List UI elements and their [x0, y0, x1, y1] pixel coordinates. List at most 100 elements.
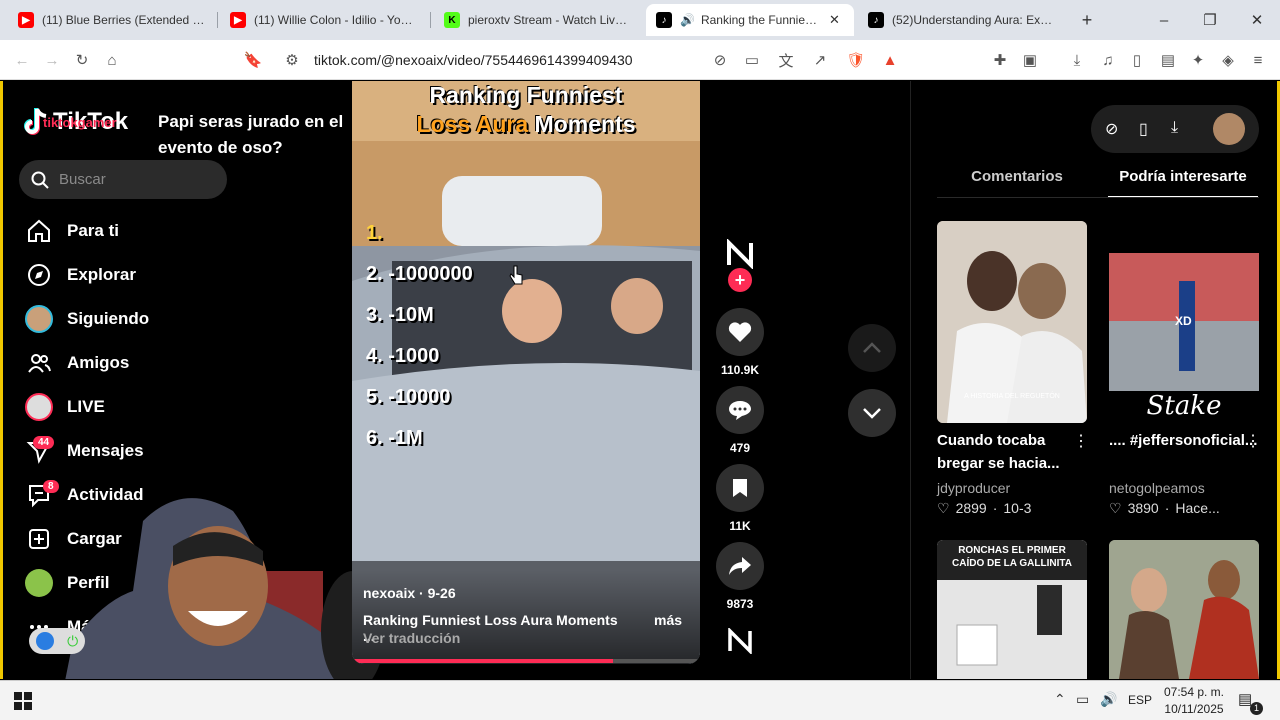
- share-icon: [729, 557, 751, 575]
- video-author[interactable]: nexoaix · 9-26: [363, 585, 456, 601]
- browser-tab[interactable]: K pieroxtv Stream - Watch Live on Kick: [434, 4, 642, 36]
- tray-chevron-icon[interactable]: ⌃: [1054, 691, 1066, 708]
- previous-video-button[interactable]: [848, 324, 896, 372]
- clock[interactable]: 07:54 p. m. 10/11/2025: [1158, 684, 1230, 718]
- rank-item: 2. -1000000: [366, 263, 473, 285]
- suggested-card-thumbnail[interactable]: XD Stake: [1109, 221, 1259, 423]
- more-link[interactable]: más: [654, 612, 682, 628]
- sidebar-item-live[interactable]: LIVE: [25, 393, 105, 421]
- no-tracking-icon[interactable]: ⊘: [710, 50, 730, 70]
- search-input[interactable]: Buscar: [19, 160, 227, 199]
- card-title[interactable]: Cuando tocaba bregar se hacia...: [937, 429, 1087, 475]
- windows-taskbar: ⌃ ▭ 🔊 ESP 07:54 p. m. 10/11/2025 ▤ 1: [0, 680, 1280, 720]
- home-icon[interactable]: ⌂: [102, 50, 122, 70]
- close-window-button[interactable]: ✕: [1245, 8, 1269, 32]
- share-button[interactable]: [716, 542, 764, 590]
- youtube-icon: ▶: [18, 12, 34, 28]
- tab-title: pieroxtv Stream - Watch Live on Kick: [468, 13, 632, 27]
- tab-title: (52)Understanding Aura: Exploring: [892, 13, 1058, 27]
- sidebar-item-label: Siguiendo: [67, 309, 150, 328]
- translate-icon[interactable]: 文: [776, 50, 796, 70]
- brave-shield-icon[interactable]: 🛡: [846, 50, 866, 70]
- card-user[interactable]: netogolpeamos: [1109, 480, 1205, 496]
- language-indicator[interactable]: ESP: [1128, 693, 1152, 707]
- video-player[interactable]: Ranking Funniest Loss Aura Moments 1. 2.…: [352, 81, 700, 664]
- back-icon[interactable]: ←: [12, 50, 32, 70]
- overlay-title-highlight: Loss Aura: [416, 111, 529, 137]
- youtube-icon: ▶: [230, 12, 246, 28]
- site-settings-icon[interactable]: ⚙: [282, 50, 302, 70]
- overlay-title-line: Ranking Funniest: [429, 82, 623, 108]
- sidebar-item-siguiendo[interactable]: Siguiendo: [25, 305, 149, 333]
- close-tab-icon[interactable]: ✕: [829, 12, 840, 28]
- more-options-icon[interactable]: ⋮: [1245, 431, 1261, 451]
- brave-rewards-icon[interactable]: ▲: [880, 50, 900, 70]
- rank-item: 3. -10M: [366, 304, 434, 326]
- leo-ai-icon[interactable]: ✦: [1188, 50, 1208, 70]
- next-video-button[interactable]: [848, 389, 896, 437]
- music-disc[interactable]: [727, 626, 753, 659]
- sidebar-icon[interactable]: ▣: [1020, 50, 1040, 70]
- share-icon[interactable]: ↗: [810, 50, 830, 70]
- sidebar-item-para-ti[interactable]: Para ti: [25, 217, 119, 245]
- bookmark-icon: [733, 479, 747, 497]
- new-tab-button[interactable]: +: [1075, 8, 1099, 32]
- browser-tab[interactable]: ▶ (11) Willie Colon - Idilio - YouTube: [220, 4, 428, 36]
- maximize-button[interactable]: ❐: [1198, 8, 1222, 32]
- thumbnail-caption: RONCHAS EL PRIMER CAÍDO DE LA GALLINITA: [952, 545, 1072, 569]
- progress-fill: [352, 659, 613, 663]
- user-avatar[interactable]: [1213, 113, 1245, 145]
- more-options-icon[interactable]: ⋮: [1073, 431, 1089, 451]
- browser-tab-active[interactable]: ♪ 🔊 Ranking the Funniest Aura ✕: [646, 4, 854, 36]
- media-icon[interactable]: ♫: [1098, 50, 1118, 70]
- url-field[interactable]: tiktok.com/@nexoaix/video/75544696143994…: [314, 52, 633, 68]
- discover-icon[interactable]: ⊘: [1105, 119, 1118, 139]
- wallet-icon[interactable]: ▤: [1158, 50, 1178, 70]
- bookmark-icon[interactable]: 🔖: [243, 50, 263, 70]
- rank-item: 1.: [366, 222, 383, 244]
- download-icon[interactable]: ⤓: [1171, 119, 1178, 137]
- panel-icon[interactable]: ▯: [1127, 50, 1147, 70]
- tiktok-page: TikTok tiktokgamer Papi seras jurado en …: [0, 81, 1280, 679]
- tab-comments[interactable]: Comentarios: [937, 168, 1097, 185]
- browser-tab[interactable]: ♪ (52)Understanding Aura: Exploring: [858, 4, 1068, 36]
- start-button[interactable]: [14, 692, 32, 715]
- network-icon[interactable]: ▭: [1076, 691, 1089, 708]
- progress-track[interactable]: [352, 659, 700, 663]
- downloads-icon[interactable]: ⤓: [1067, 50, 1087, 70]
- suggested-card-thumbnail[interactable]: [1109, 540, 1259, 679]
- comment-count: 479: [729, 441, 751, 455]
- save-button[interactable]: [716, 464, 764, 512]
- clock-time: 07:54 p. m.: [1163, 685, 1225, 699]
- menu-icon[interactable]: ≡: [1248, 50, 1268, 70]
- sidebar-item-amigos[interactable]: Amigos: [25, 349, 129, 377]
- browser-tab-strip: ▶ (11) Blue Berries (Extended Mix) ▶ (11…: [0, 0, 1280, 40]
- author-avatar[interactable]: [725, 238, 755, 270]
- card-user[interactable]: jdyproducer: [937, 480, 1010, 496]
- tiktok-icon: ♪: [868, 12, 884, 28]
- cast-icon[interactable]: ▭: [742, 50, 762, 70]
- suggested-card-thumbnail[interactable]: RONCHAS EL PRIMER CAÍDO DE LA GALLINITA: [937, 540, 1087, 679]
- like-button[interactable]: [716, 308, 764, 356]
- extensions-icon[interactable]: ✚: [990, 50, 1010, 70]
- brand-watermark: Stake: [1146, 391, 1222, 421]
- volume-icon[interactable]: 🔊: [1100, 691, 1117, 708]
- vpn-icon[interactable]: ◈: [1218, 50, 1238, 70]
- reload-icon[interactable]: ↻: [72, 50, 92, 70]
- minimize-button[interactable]: –: [1152, 8, 1176, 32]
- tab-suggested[interactable]: Podría interesarte: [1108, 168, 1258, 185]
- translate-link[interactable]: Ver traducción: [363, 630, 460, 646]
- rank-item: 5. -10000: [366, 386, 451, 408]
- follow-button[interactable]: +: [728, 268, 752, 292]
- sidebar-item-explorar[interactable]: Explorar: [25, 261, 136, 289]
- card-title[interactable]: .... #jeffersonoficial...: [1109, 429, 1259, 452]
- browser-tab[interactable]: ▶ (11) Blue Berries (Extended Mix): [8, 4, 216, 36]
- forward-icon[interactable]: →: [42, 50, 62, 70]
- search-placeholder: Buscar: [59, 171, 106, 188]
- compass-icon: [25, 261, 53, 289]
- suggested-card-thumbnail[interactable]: A HISTORIA DEL REGUETÓN: [937, 221, 1087, 423]
- comment-button[interactable]: [716, 386, 764, 434]
- tab-title: Ranking the Funniest Aura: [700, 13, 821, 27]
- phone-icon[interactable]: ▯: [1139, 119, 1148, 139]
- upload-icon: [25, 525, 53, 553]
